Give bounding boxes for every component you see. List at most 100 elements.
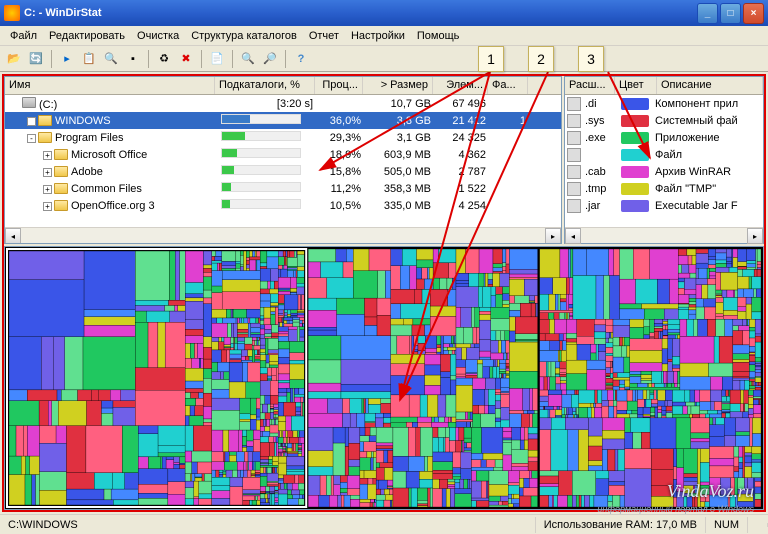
row-name: (C:) (39, 99, 57, 111)
folder-icon (54, 166, 68, 177)
legend-row[interactable]: .exeПриложение (565, 129, 763, 146)
open-icon[interactable]: 📂 (4, 49, 24, 69)
minimize-button[interactable]: _ (697, 3, 718, 24)
color-swatch (621, 149, 649, 161)
menu-settings[interactable]: Настройки (345, 28, 411, 44)
resize-grip[interactable] (748, 523, 768, 527)
col-size[interactable]: > Размер (363, 77, 433, 94)
expander-icon[interactable]: + (43, 202, 52, 211)
legend-row[interactable]: .cab Архив WinRAR (565, 163, 763, 180)
folder-icon (54, 183, 68, 194)
ext-desc: Архив WinRAR (655, 166, 761, 178)
folder-icon (54, 200, 68, 211)
menu-structure[interactable]: Структура каталогов (185, 28, 303, 44)
filetype-icon (567, 131, 581, 145)
extension-legend[interactable]: Расш... Цвет Описание .diКомпонент прил.… (564, 76, 764, 244)
col-name[interactable]: Имя (5, 77, 215, 94)
treemap-visualization[interactable] (4, 246, 764, 510)
close-button[interactable]: × (743, 3, 764, 24)
col-files[interactable]: Фа... (488, 77, 528, 94)
legend-row[interactable]: .sysСистемный фай (565, 112, 763, 129)
directory-tree[interactable]: Имя Подкаталоги, % Проц... > Размер Элем… (4, 76, 562, 244)
color-swatch (621, 166, 649, 178)
folder-icon (38, 132, 52, 143)
tree-hscroll[interactable]: ◂ ▸ (5, 227, 561, 243)
scroll-left-icon[interactable]: ◂ (565, 228, 581, 244)
menu-report[interactable]: Отчет (303, 28, 345, 44)
ext-label: .cab (585, 166, 615, 178)
scroll-right-icon[interactable]: ▸ (545, 228, 561, 244)
help-icon[interactable]: ? (291, 49, 311, 69)
col-items[interactable]: Элем... (433, 77, 488, 94)
ext-label: .jar (585, 200, 615, 212)
callout-3: 3 (578, 46, 604, 72)
maximize-button[interactable]: □ (720, 3, 741, 24)
filetype-icon (567, 148, 581, 162)
properties-icon[interactable]: 📄 (207, 49, 227, 69)
statusbar: C:\WINDOWS Использование RAM: 17,0 MB NU… (0, 514, 768, 534)
tree-row[interactable]: +Microsoft Office18,9%603,9 MB4 362 (5, 146, 561, 163)
callout-1: 1 (478, 46, 504, 72)
row-name: Adobe (71, 166, 103, 178)
filetype-icon (567, 97, 581, 111)
menu-cleanup[interactable]: Очистка (131, 28, 185, 44)
app-icon (4, 5, 20, 21)
tree-row[interactable]: +Adobe15,8%505,0 MB2 787 (5, 163, 561, 180)
scroll-right-icon[interactable]: ▸ (747, 228, 763, 244)
menu-edit[interactable]: Редактировать (43, 28, 131, 44)
ext-desc: Executable Jar F (655, 200, 761, 212)
window-title: C: - WinDirStat (24, 7, 697, 19)
row-name: Microsoft Office (71, 149, 147, 161)
legend-row[interactable]: .jar Executable Jar F (565, 197, 763, 214)
tree-row[interactable]: +Common Files11,2%358,3 MB1 522 (5, 180, 561, 197)
color-swatch (621, 132, 649, 144)
status-ram-label: Использование RAM: 17,0 MB (536, 517, 706, 533)
copy-icon[interactable]: 📋 (79, 49, 99, 69)
zoom-out-icon[interactable]: 🔎 (260, 49, 280, 69)
tree-headers: Имя Подкаталоги, % Проц... > Размер Элем… (5, 77, 561, 95)
ext-label: .sys (585, 115, 615, 127)
recycle-icon[interactable]: ♻ (154, 49, 174, 69)
refresh-icon[interactable]: 🔄 (26, 49, 46, 69)
zoom-in-icon[interactable]: 🔍 (238, 49, 258, 69)
col-desc[interactable]: Описание (657, 77, 763, 94)
col-color[interactable]: Цвет (615, 77, 657, 94)
ext-desc: Файл "TMP" (655, 183, 761, 195)
tree-row[interactable]: +OpenOffice.org 310,5%335,0 MB4 254 (5, 197, 561, 214)
expander-icon[interactable]: - (27, 134, 36, 143)
col-subdirs[interactable]: Подкаталоги, % (215, 77, 315, 94)
legend-hscroll[interactable]: ◂ ▸ (565, 227, 763, 243)
tree-row[interactable]: (C:)[3:20 s]10,7 GB67 496 (5, 95, 561, 112)
expander-icon[interactable]: + (27, 117, 36, 126)
menubar: Файл Редактировать Очистка Структура кат… (0, 26, 768, 46)
status-num: NUM (706, 517, 748, 533)
col-percent[interactable]: Проц... (315, 77, 363, 94)
scroll-left-icon[interactable]: ◂ (5, 228, 21, 244)
expander-icon[interactable]: + (43, 168, 52, 177)
folder-icon (38, 115, 52, 126)
legend-row[interactable]: Файл (565, 146, 763, 163)
callouts: 1 2 3 (478, 46, 604, 72)
tree-row[interactable]: +WINDOWS36,0%3,8 GB21 4121 (5, 112, 561, 129)
filetype-icon (567, 199, 581, 213)
legend-row[interactable]: .diКомпонент прил (565, 95, 763, 112)
folder-icon (54, 149, 68, 160)
play-icon[interactable]: ▸ (57, 49, 77, 69)
menu-file[interactable]: Файл (4, 28, 43, 44)
drive-icon (22, 97, 36, 108)
row-name: OpenOffice.org 3 (71, 200, 155, 212)
delete-icon[interactable]: ✖ (176, 49, 196, 69)
filetype-icon (567, 165, 581, 179)
explorer-icon[interactable]: 🔍 (101, 49, 121, 69)
row-name: Program Files (55, 132, 123, 144)
menu-help[interactable]: Помощь (411, 28, 466, 44)
legend-row[interactable]: .tmpФайл "TMP" (565, 180, 763, 197)
console-icon[interactable]: ▪ (123, 49, 143, 69)
ext-desc: Файл (655, 149, 761, 161)
tree-row[interactable]: -Program Files29,3%3,1 GB24 325 (5, 129, 561, 146)
filetype-icon (567, 114, 581, 128)
expander-icon[interactable]: + (43, 151, 52, 160)
color-swatch (621, 200, 649, 212)
col-ext[interactable]: Расш... (565, 77, 615, 94)
expander-icon[interactable]: + (43, 185, 52, 194)
